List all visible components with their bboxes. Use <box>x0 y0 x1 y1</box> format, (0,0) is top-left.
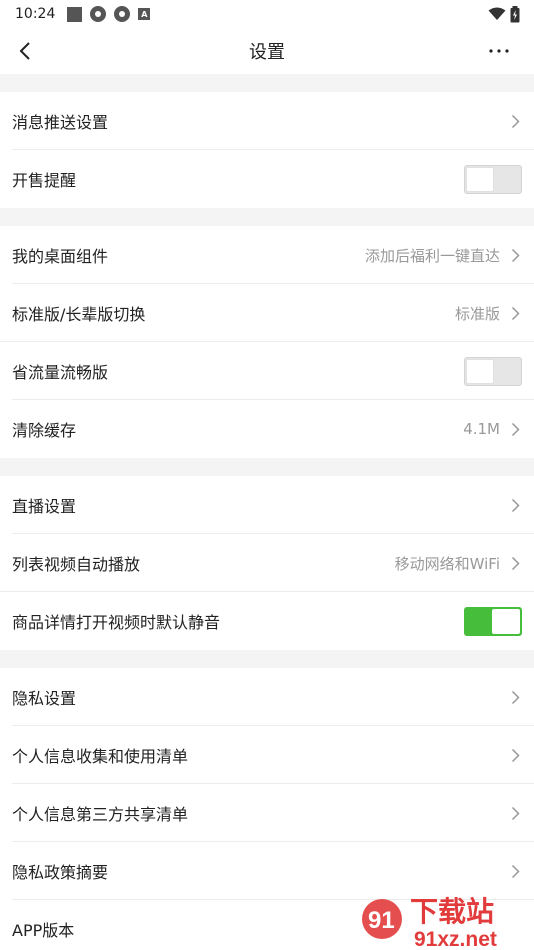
notification-icons: A <box>67 6 151 22</box>
setting-label: 个人信息第三方共享清单 <box>12 805 189 824</box>
wifi-icon <box>488 7 506 20</box>
setting-edition-switch[interactable]: 标准版/长辈版切换 标准版 <box>0 284 534 342</box>
page-title: 设置 <box>249 42 285 63</box>
setting-live[interactable]: 直播设置 <box>0 476 534 534</box>
setting-label: 商品详情打开视频时默认静音 <box>12 613 221 632</box>
notification-square-icon <box>67 6 83 22</box>
chevron-right-icon <box>508 555 522 571</box>
chevron-right-icon <box>508 421 522 437</box>
setting-video-autoplay[interactable]: 列表视频自动播放 移动网络和WiFi <box>0 534 534 592</box>
setting-third-party-sharing[interactable]: 个人信息第三方共享清单 <box>0 784 534 842</box>
chevron-left-icon <box>19 42 30 60</box>
data-saver-toggle[interactable] <box>464 356 522 386</box>
status-bar: 10:24 A <box>0 0 534 28</box>
more-dots-icon <box>489 49 509 53</box>
chevron-right-icon <box>508 863 522 879</box>
notification-a-icon: A <box>138 8 151 20</box>
chevron-right-icon <box>508 497 522 513</box>
setting-label: 消息推送设置 <box>12 113 109 132</box>
settings-list: 消息推送设置 开售提醒 我的桌面组件 添加后福利一键直达 标准版/长辈版切换 标… <box>0 74 534 950</box>
setting-label: 隐私设置 <box>12 689 77 708</box>
setting-label: 标准版/长辈版切换 <box>12 305 146 324</box>
chevron-right-icon <box>508 747 522 763</box>
svg-text:91: 91 <box>368 907 395 934</box>
watermark-brand: 下载站 <box>410 895 494 928</box>
setting-value: 添加后福利一键直达 <box>364 246 500 265</box>
setting-clear-cache[interactable]: 清除缓存 4.1M <box>0 400 534 458</box>
group-gap <box>0 650 534 668</box>
setting-data-saver: 省流量流畅版 <box>0 342 534 400</box>
setting-label: 开售提醒 <box>12 171 77 190</box>
system-icons <box>488 5 520 23</box>
app-header: 设置 <box>0 28 534 74</box>
setting-label: 个人信息收集和使用清单 <box>12 747 189 766</box>
setting-push-notifications[interactable]: 消息推送设置 <box>0 92 534 150</box>
setting-value: 移动网络和WiFi <box>394 554 500 573</box>
chevron-right-icon <box>508 247 522 263</box>
chevron-right-icon <box>508 305 522 321</box>
setting-desktop-widget[interactable]: 我的桌面组件 添加后福利一键直达 <box>0 226 534 284</box>
setting-sale-reminder: 开售提醒 <box>0 150 534 208</box>
setting-label: 我的桌面组件 <box>12 247 109 266</box>
notification-app-icon <box>114 6 131 22</box>
group-gap <box>0 208 534 226</box>
status-time: 10:24 <box>15 6 56 22</box>
chevron-right-icon <box>508 689 522 705</box>
sale-reminder-toggle[interactable] <box>464 164 522 194</box>
setting-label: 直播设置 <box>12 497 77 516</box>
back-button[interactable] <box>12 36 38 66</box>
battery-icon <box>510 5 520 22</box>
setting-value: 4.1M <box>463 420 500 438</box>
chevron-right-icon <box>508 805 522 821</box>
group-gap <box>0 458 534 476</box>
setting-label: 省流量流畅版 <box>12 363 109 382</box>
setting-label: 隐私政策摘要 <box>12 863 109 882</box>
video-mute-toggle[interactable] <box>464 606 522 636</box>
setting-label: APP版本 <box>12 921 75 940</box>
notification-app-icon <box>90 6 107 22</box>
chevron-right-icon <box>508 113 522 129</box>
setting-privacy[interactable]: 隐私设置 <box>0 668 534 726</box>
setting-label: 清除缓存 <box>12 421 77 440</box>
setting-value: 标准版 <box>454 304 500 323</box>
setting-video-mute: 商品详情打开视频时默认静音 <box>0 592 534 650</box>
group-gap <box>0 74 534 92</box>
setting-personal-info-list[interactable]: 个人信息收集和使用清单 <box>0 726 534 784</box>
more-button[interactable] <box>484 36 514 66</box>
watermark-domain: 91xz.net <box>414 928 497 950</box>
setting-label: 列表视频自动播放 <box>12 555 141 574</box>
site-watermark-logo: 91 下载站 91xz.net <box>362 895 497 950</box>
